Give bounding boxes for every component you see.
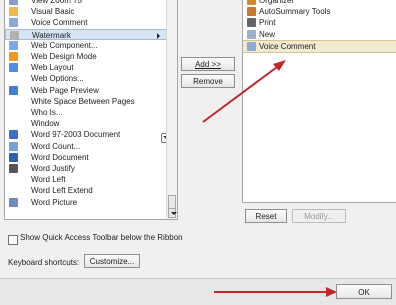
toolbar-item-organizer[interactable]: Organizer [243, 0, 396, 6]
list-item-word-document[interactable]: Word Document [5, 152, 167, 163]
word-97-2003-document-icon [9, 130, 18, 140]
quick-access-toolbar-list[interactable]: Organizer AutoSummary Tools Print New Voice … [242, 0, 396, 203]
zoom-icon [9, 0, 18, 5]
toolbar-item-label: Print [259, 18, 276, 28]
list-item-label: Who Is... [31, 108, 63, 117]
add-button[interactable]: Add >> [181, 57, 235, 71]
word-document-icon [9, 152, 18, 162]
list-item-visual-basic[interactable]: Visual Basic [5, 6, 167, 17]
customize-button-label: Customize... [89, 257, 135, 266]
list-item-label: Word 97-2003 Document [31, 130, 121, 140]
list-item-word-left[interactable]: Word Left [5, 174, 167, 185]
list-item-word-left-extend[interactable]: Word Left Extend [5, 185, 167, 196]
list-item-label: Word Left [31, 175, 66, 185]
list-item-white-space-between-pages[interactable]: White Space Between Pages [5, 96, 167, 107]
list-item-who-is[interactable]: Who Is... [5, 107, 167, 118]
list-item-voice-comment[interactable]: Voice Comment [5, 17, 167, 28]
list-item-label: Voice Comment [31, 18, 88, 28]
toolbar-item-voice-comment[interactable]: Voice Comment [243, 39, 396, 53]
web-component-icon [9, 40, 18, 50]
list-item-label: Word Left Extend [31, 186, 93, 196]
list-item-watermark[interactable]: Watermark [5, 28, 167, 40]
toolbar-item-print[interactable]: Print [243, 17, 396, 28]
word-justify-icon [9, 164, 18, 173]
reset-button-label: Reset [255, 212, 277, 221]
web-design-mode-icon [9, 52, 18, 61]
list-item-label: Window [31, 119, 60, 129]
list-item-label: Web Page Preview [31, 85, 99, 95]
commands-list-scrollbar[interactable] [166, 0, 177, 219]
voice-comment-icon [247, 41, 256, 51]
list-item-web-layout[interactable]: Web Layout [5, 62, 167, 73]
remove-button-label: Remove [193, 77, 223, 86]
list-item-label: Word Picture [31, 197, 78, 207]
web-page-preview-icon [9, 85, 18, 95]
keyboard-shortcuts-label: Keyboard shortcuts: [8, 258, 80, 267]
list-item-label: View Zoom 75 [31, 0, 82, 5]
print-icon [247, 18, 256, 28]
toolbar-item-autosummary-tools[interactable]: AutoSummary Tools [243, 6, 396, 17]
toolbar-item-label: Voice Comment [259, 41, 316, 51]
organizer-icon [247, 0, 256, 5]
customize-button[interactable]: Customize... [84, 254, 140, 268]
list-item-word-97-2003-document[interactable]: Word 97-2003 Document [5, 129, 167, 140]
new-document-icon [247, 29, 256, 39]
list-item-label: Web Layout [31, 63, 74, 73]
reset-button[interactable]: Reset [245, 209, 287, 223]
list-item-word-justify[interactable]: Word Justify [5, 163, 167, 174]
visual-basic-icon [9, 7, 18, 17]
commands-list[interactable]: Word Picture Word Left Extend Word Left Wor… [4, 0, 178, 220]
ok-button[interactable]: OK [336, 284, 392, 299]
list-item-label: Word Document [31, 152, 89, 162]
toolbar-item-label: AutoSummary Tools [259, 7, 331, 17]
list-item-label: Word Count... [31, 141, 81, 151]
modify-button-label: Modify... [304, 212, 334, 221]
toolbar-item-new[interactable]: New [243, 29, 396, 40]
list-item-label: White Space Between Pages [31, 96, 135, 106]
word-picture-icon [9, 197, 18, 207]
list-item-label: Visual Basic [31, 7, 75, 17]
toolbar-item-label: New [259, 29, 276, 39]
toolbar-item-label: Organizer [259, 0, 295, 5]
watermark-icon [10, 30, 19, 40]
show-below-ribbon-label: Show Quick Access Toolbar below the Ribb… [20, 233, 183, 242]
list-item-label: Web Component... [31, 40, 98, 50]
autosummary-tools-icon [247, 7, 256, 17]
web-layout-icon [9, 63, 18, 73]
list-item-window[interactable]: Window [5, 118, 167, 129]
add-button-label: Add >> [195, 60, 221, 69]
modify-button[interactable]: Modify... [292, 209, 346, 223]
list-item-word-picture[interactable]: Word Picture [5, 197, 167, 208]
remove-button[interactable]: Remove [181, 74, 235, 88]
list-item-web-component[interactable]: Web Component... [5, 40, 167, 51]
list-item-web-page-preview[interactable]: Web Page Preview [5, 85, 167, 96]
ok-button-label: OK [358, 288, 370, 297]
list-item-label: Web Design Mode [31, 52, 97, 61]
list-item-web-design-mode[interactable]: Web Design Mode [5, 51, 167, 62]
list-item-word-count[interactable]: Word Count... [5, 141, 167, 152]
show-below-ribbon-checkbox[interactable] [8, 235, 18, 245]
list-item-web-options[interactable]: Web Options... [5, 73, 167, 84]
word-count-icon [9, 141, 18, 151]
list-item-label: Web Options... [31, 74, 84, 84]
list-item-view-zoom-75[interactable]: View Zoom 75 [5, 0, 167, 6]
voice-comment-icon [9, 18, 18, 28]
list-item-label: Word Justify [31, 164, 75, 173]
list-item-label: Watermark [32, 30, 71, 40]
submenu-arrow-icon [157, 32, 160, 39]
scrollbar-thumb[interactable] [168, 195, 176, 209]
scroll-down-button[interactable] [168, 208, 177, 218]
